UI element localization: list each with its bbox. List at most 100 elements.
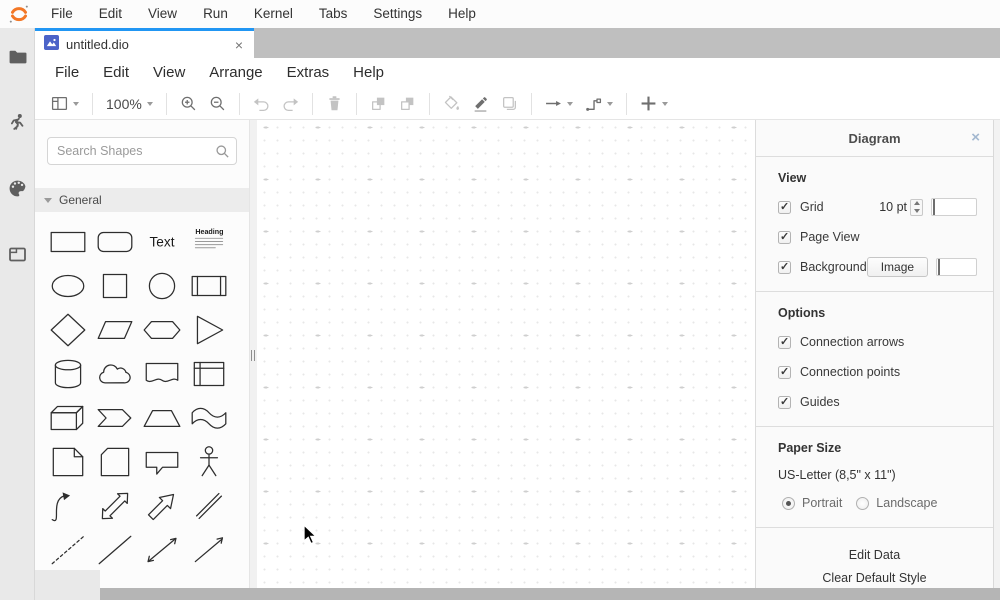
jl-menu-file[interactable]: File xyxy=(38,0,86,28)
shape-bidirectional-arrow[interactable] xyxy=(91,484,138,528)
shape-callout[interactable] xyxy=(138,440,185,484)
fill-color-button[interactable] xyxy=(437,91,466,117)
drawio-menu-edit[interactable]: Edit xyxy=(91,58,141,88)
paper-size-value[interactable]: US-Letter (8,5" x 11") xyxy=(778,468,977,482)
grid-color-swatch[interactable] xyxy=(931,198,977,216)
drawio-menu-extras[interactable]: Extras xyxy=(275,58,342,88)
undo-button[interactable] xyxy=(247,91,276,117)
bottom-scrollbar[interactable] xyxy=(100,588,1000,600)
tabs-icon[interactable] xyxy=(7,244,27,264)
jl-menu-run[interactable]: Run xyxy=(190,0,241,28)
stepper-up-icon[interactable] xyxy=(914,201,920,205)
shape-cube[interactable] xyxy=(44,396,91,440)
shape-diamond[interactable] xyxy=(44,308,91,352)
zoom-level-button[interactable]: 100% xyxy=(100,91,159,117)
shape-step[interactable] xyxy=(91,396,138,440)
shape-actor[interactable] xyxy=(185,440,232,484)
shape-textbox[interactable]: Heading xyxy=(185,220,232,264)
shape-curve[interactable] xyxy=(44,484,91,528)
jl-menu-tabs[interactable]: Tabs xyxy=(306,0,361,28)
shape-dashed-line[interactable] xyxy=(44,528,91,572)
fill-color-icon xyxy=(443,95,460,112)
line-color-button[interactable] xyxy=(466,91,495,117)
grid-size-value[interactable]: 10 pt xyxy=(879,200,907,214)
jl-menu-help[interactable]: Help xyxy=(435,0,489,28)
shape-tape[interactable] xyxy=(185,396,232,440)
shape-text[interactable]: Text xyxy=(138,220,185,264)
shape-note[interactable] xyxy=(44,440,91,484)
waypoints-button[interactable] xyxy=(579,91,619,117)
jl-menu-edit[interactable]: Edit xyxy=(86,0,135,28)
drawio-menu-file[interactable]: File xyxy=(43,58,91,88)
runner-icon[interactable] xyxy=(7,112,27,132)
insert-button[interactable] xyxy=(634,91,674,117)
view-style-button[interactable] xyxy=(45,91,85,117)
edit-data-link[interactable]: Edit Data xyxy=(756,548,993,562)
shape-internal-storage[interactable] xyxy=(185,352,232,396)
background-checkbox[interactable] xyxy=(778,261,791,274)
connection-button[interactable] xyxy=(539,91,579,117)
clear-default-style-link[interactable]: Clear Default Style xyxy=(756,571,993,585)
guides-label: Guides xyxy=(800,395,840,409)
shape-square[interactable] xyxy=(91,264,138,308)
shape-arrow[interactable] xyxy=(138,484,185,528)
shapes-section-general[interactable]: General xyxy=(35,188,249,212)
shape-rounded-rectangle[interactable] xyxy=(91,220,138,264)
shape-card[interactable] xyxy=(91,440,138,484)
format-panel-close-icon[interactable]: × xyxy=(971,129,980,146)
shape-directional-connector[interactable] xyxy=(185,528,232,572)
shape-document[interactable] xyxy=(138,352,185,396)
background-color-swatch[interactable] xyxy=(936,258,977,276)
shape-search-input[interactable] xyxy=(47,137,237,165)
zoom-in-button[interactable] xyxy=(174,91,203,117)
shape-cloud[interactable] xyxy=(91,352,138,396)
shape-triangle[interactable] xyxy=(185,308,232,352)
shape-parallelogram[interactable] xyxy=(91,308,138,352)
tab-bar: untitled.dio × xyxy=(35,28,1000,58)
to-back-button[interactable] xyxy=(393,91,422,117)
sidebar-splitter[interactable] xyxy=(250,120,257,600)
redo-button[interactable] xyxy=(276,91,305,117)
shape-link[interactable] xyxy=(185,484,232,528)
guides-checkbox[interactable] xyxy=(778,396,791,409)
palette-icon[interactable] xyxy=(7,178,27,198)
grid-size-stepper[interactable] xyxy=(910,199,923,216)
shape-rectangle[interactable] xyxy=(44,220,91,264)
to-front-button[interactable] xyxy=(364,91,393,117)
jl-menu-view[interactable]: View xyxy=(135,0,190,28)
shape-hexagon[interactable] xyxy=(138,308,185,352)
shape-circle[interactable] xyxy=(138,264,185,308)
stepper-down-icon[interactable] xyxy=(914,209,920,213)
tab-untitled-dio[interactable]: untitled.dio × xyxy=(35,28,254,58)
jl-menu-kernel[interactable]: Kernel xyxy=(241,0,306,28)
landscape-label: Landscape xyxy=(876,496,937,510)
delete-icon xyxy=(326,95,343,112)
background-image-button[interactable]: Image xyxy=(867,257,928,277)
folder-icon[interactable] xyxy=(7,46,27,66)
grid-checkbox[interactable] xyxy=(778,201,791,214)
drawio-menu-arrange[interactable]: Arrange xyxy=(197,58,274,88)
page-view-checkbox[interactable] xyxy=(778,231,791,244)
drawio-menu-view[interactable]: View xyxy=(141,58,197,88)
shape-bidirectional-connector[interactable] xyxy=(138,528,185,572)
shape-ellipse[interactable] xyxy=(44,264,91,308)
page-view-row: Page View xyxy=(778,228,977,246)
connection-arrows-checkbox[interactable] xyxy=(778,336,791,349)
shape-process[interactable] xyxy=(185,264,232,308)
shape-trapezoid[interactable] xyxy=(138,396,185,440)
shape-grid: TextHeading xyxy=(44,220,234,572)
portrait-radio[interactable] xyxy=(782,497,795,510)
shape-line[interactable] xyxy=(91,528,138,572)
tab-close-icon[interactable]: × xyxy=(235,38,243,52)
delete-button[interactable] xyxy=(320,91,349,117)
jl-menu-settings[interactable]: Settings xyxy=(360,0,435,28)
format-panel-scrollbar[interactable] xyxy=(993,120,1000,600)
drawio-menu-help[interactable]: Help xyxy=(341,58,396,88)
shape-cylinder[interactable] xyxy=(44,352,91,396)
connection-points-checkbox[interactable] xyxy=(778,366,791,379)
landscape-radio[interactable] xyxy=(856,497,869,510)
zoom-out-button[interactable] xyxy=(203,91,232,117)
diagram-canvas[interactable] xyxy=(257,120,755,600)
shadow-button[interactable] xyxy=(495,91,524,117)
activity-bar xyxy=(0,28,35,600)
